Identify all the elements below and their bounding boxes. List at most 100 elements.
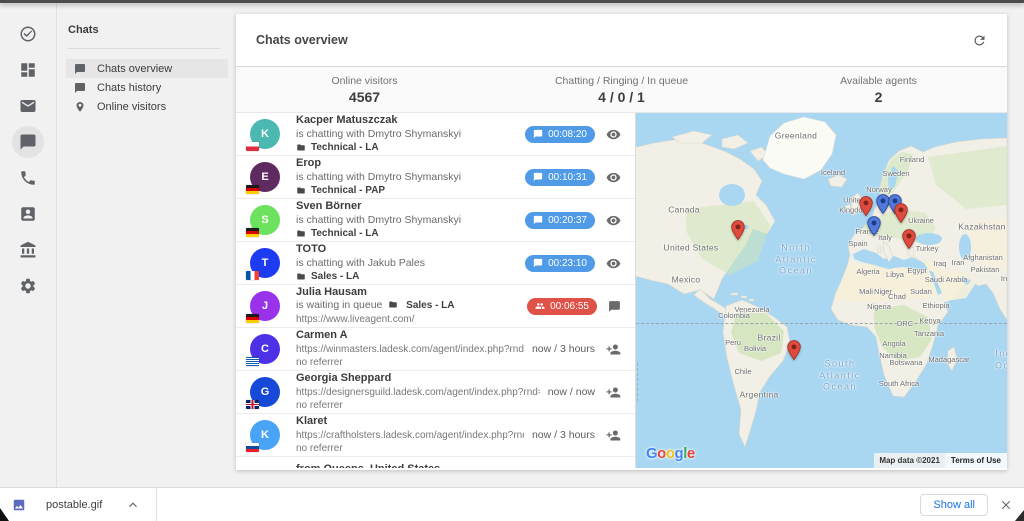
department: Technical - LA [296,227,517,240]
visit-duration: now / now [548,386,595,398]
chats-sidebar: Chats Chats overview Chats history Onlin… [58,3,236,487]
eye-icon[interactable] [606,170,621,185]
visitor-referrer: no referrer [296,356,524,369]
sidebar-divider [68,48,220,49]
window-top-edge [0,0,1024,3]
department: Sales - LA [296,270,517,283]
stat-online-visitors: Online visitors 4567 [236,75,493,105]
flag-fr-icon [246,271,259,280]
person-add-icon[interactable] [606,342,621,357]
contact-card-icon[interactable] [12,198,44,230]
chat-icon [74,63,86,75]
map-marker-red[interactable] [894,203,908,223]
person-add-icon[interactable] [606,428,621,443]
mouse-cursor [0,508,9,521]
visitor-name: Sven Börner [296,200,517,213]
chat-row[interactable]: G Georgia Sheppard https://designersguil… [236,371,635,414]
mail-icon[interactable] [12,90,44,122]
show-all-button[interactable]: Show all [920,494,988,516]
chat-duration-badge: 00:20:37 [525,212,595,229]
download-item[interactable]: postable.gif [0,488,156,521]
flag-sk-icon [246,443,259,452]
visitor-url: https://designersguild.ladesk.com/agent/… [296,386,540,399]
avatar: G [250,377,280,407]
chat-icon [74,82,86,94]
map-landmass [636,113,1007,468]
chevron-up-icon[interactable] [126,498,140,512]
chat-list: K Kacper Matuszczak is chatting with Dmy… [236,113,636,468]
downloads-bar: postable.gif Show all [0,487,1024,521]
visitor-url: https://winmasters.ladesk.com/agent/inde… [296,343,524,356]
person-add-icon[interactable] [606,385,621,400]
check-circle-icon[interactable] [12,18,44,50]
visitor-name: Kacper Matuszczak [296,114,517,127]
chat-row[interactable]: E Erop is chatting with Dmytro Shymansky… [236,156,635,199]
settings-gear-icon[interactable] [12,270,44,302]
meridian-dashed-line [637,363,638,401]
stat-chatting-ringing-queue: Chatting / Ringing / In queue 4 / 0 / 1 [493,75,750,105]
chat-row[interactable]: K Klaret https://craftholsters.ladesk.co… [236,414,635,457]
chat-icon [533,129,543,139]
chat-bubble-icon[interactable] [608,300,621,313]
stats-bar: Online visitors 4567 Chatting / Ringing … [236,67,1007,113]
dashboard-icon[interactable] [12,54,44,86]
folder-icon [296,186,306,195]
avatar: K [250,420,280,450]
flag-de-icon [246,185,259,194]
visitor-url: https://www.liveagent.com/ [296,313,519,326]
eye-icon[interactable] [606,213,621,228]
refresh-icon[interactable] [967,28,991,52]
map-marker-red[interactable] [859,196,873,216]
visitor-status: is chatting with Dmytro Shymanskyi [296,128,517,141]
visitor-name: Erop [296,157,517,170]
visitor-name: TOTO [296,243,517,256]
queue-duration-badge: 00:06:55 [527,298,597,315]
gif-file-icon [12,498,26,512]
sidebar-item-chats-history[interactable]: Chats history [66,78,228,97]
chat-row[interactable]: S Sven Börner is chatting with Dmytro Sh… [236,199,635,242]
chat-icon[interactable] [12,126,44,158]
chat-duration-badge: 00:10:31 [525,169,595,186]
avatar: S [250,205,280,235]
map-marker-blue[interactable] [867,216,881,236]
world-map[interactable]: GreenlandIcelandCanadaUnited StatesMexic… [636,113,1007,468]
phone-icon[interactable] [12,162,44,194]
chat-row[interactable]: J Julia Hausam is waiting in queue Sales… [236,285,635,328]
map-data-copyright: Map data ©2021 [874,453,945,468]
google-logo[interactable]: Google [646,445,695,462]
sidebar-item-label: Chats overview [97,63,172,75]
map-marker-red[interactable] [902,229,916,249]
chat-icon [533,172,543,182]
chat-row[interactable]: K Kacper Matuszczak is chatting with Dmy… [236,113,635,156]
location-pin-icon [74,101,86,113]
chat-row[interactable]: from Queens, United States [236,457,635,468]
chat-duration-badge: 00:08:20 [525,126,595,143]
chat-row[interactable]: T TOTO is chatting with Jakub Pales Sale… [236,242,635,285]
visitor-referrer: no referrer [296,442,524,455]
department: Technical - LA [296,141,517,154]
visitor-status: is chatting with Dmytro Shymanskyi [296,171,517,184]
eye-icon[interactable] [606,127,621,142]
chatting-ringing-queue-count: 4 / 0 / 1 [493,89,750,105]
map-marker-red[interactable] [787,340,801,360]
stat-available-agents: Available agents 2 [750,75,1007,105]
folder-icon [296,229,306,238]
panel-header: Chats overview [236,14,1007,67]
sidebar-item-chats-overview[interactable]: Chats overview [66,59,228,78]
visitor-url: https://craftholsters.ladesk.com/agent/i… [296,429,524,442]
terms-of-use-link[interactable]: Terms of Use [945,453,1007,468]
bank-icon[interactable] [12,234,44,266]
chat-row[interactable]: C Carmen A https://winmasters.ladesk.com… [236,328,635,371]
visit-duration: now / 3 hours [532,429,595,441]
folder-icon [388,300,398,309]
chat-duration-badge: 00:23:10 [525,255,595,272]
chat-icon [533,215,543,225]
eye-icon[interactable] [606,256,621,271]
downloads-divider [156,488,157,521]
chats-overview-panel: Chats overview Online visitors 4567 Chat… [236,14,1007,470]
sidebar-item-online-visitors[interactable]: Online visitors [66,97,228,116]
map-marker-red[interactable] [731,220,745,240]
page-title: Chats overview [256,33,348,47]
flag-gr-icon [246,357,259,366]
close-icon[interactable] [1000,499,1012,511]
